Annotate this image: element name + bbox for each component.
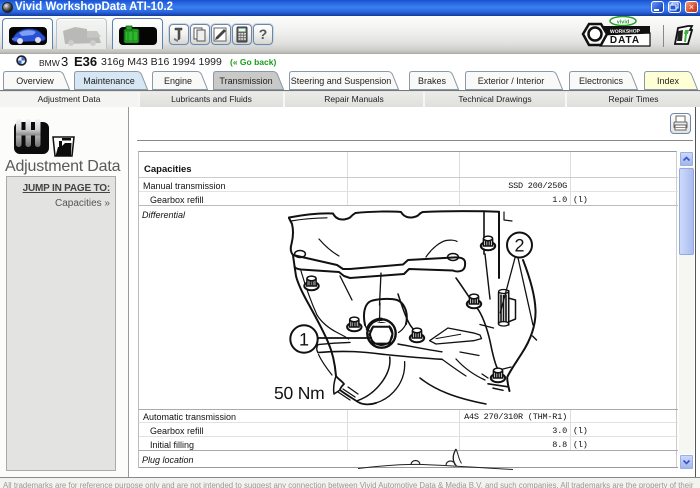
svg-text:50 Nm: 50 Nm bbox=[274, 383, 325, 403]
svg-text:Electronics: Electronics bbox=[579, 76, 624, 86]
svg-text:1: 1 bbox=[299, 330, 309, 350]
svg-text:Exterior / Interior: Exterior / Interior bbox=[478, 76, 545, 86]
svg-text:Engine: Engine bbox=[164, 76, 192, 86]
svg-text:Maintenance: Maintenance bbox=[83, 76, 135, 86]
svg-text:Brakes: Brakes bbox=[418, 76, 447, 86]
svg-text:Steering and Suspension: Steering and Suspension bbox=[291, 76, 392, 86]
svg-text:DATA: DATA bbox=[610, 35, 640, 46]
svg-text:vivid: vivid bbox=[617, 20, 630, 26]
svg-text:Transmission: Transmission bbox=[219, 76, 272, 86]
svg-text:Index: Index bbox=[657, 76, 680, 86]
svg-text:2: 2 bbox=[514, 236, 524, 256]
svg-text:Overview: Overview bbox=[16, 76, 54, 86]
